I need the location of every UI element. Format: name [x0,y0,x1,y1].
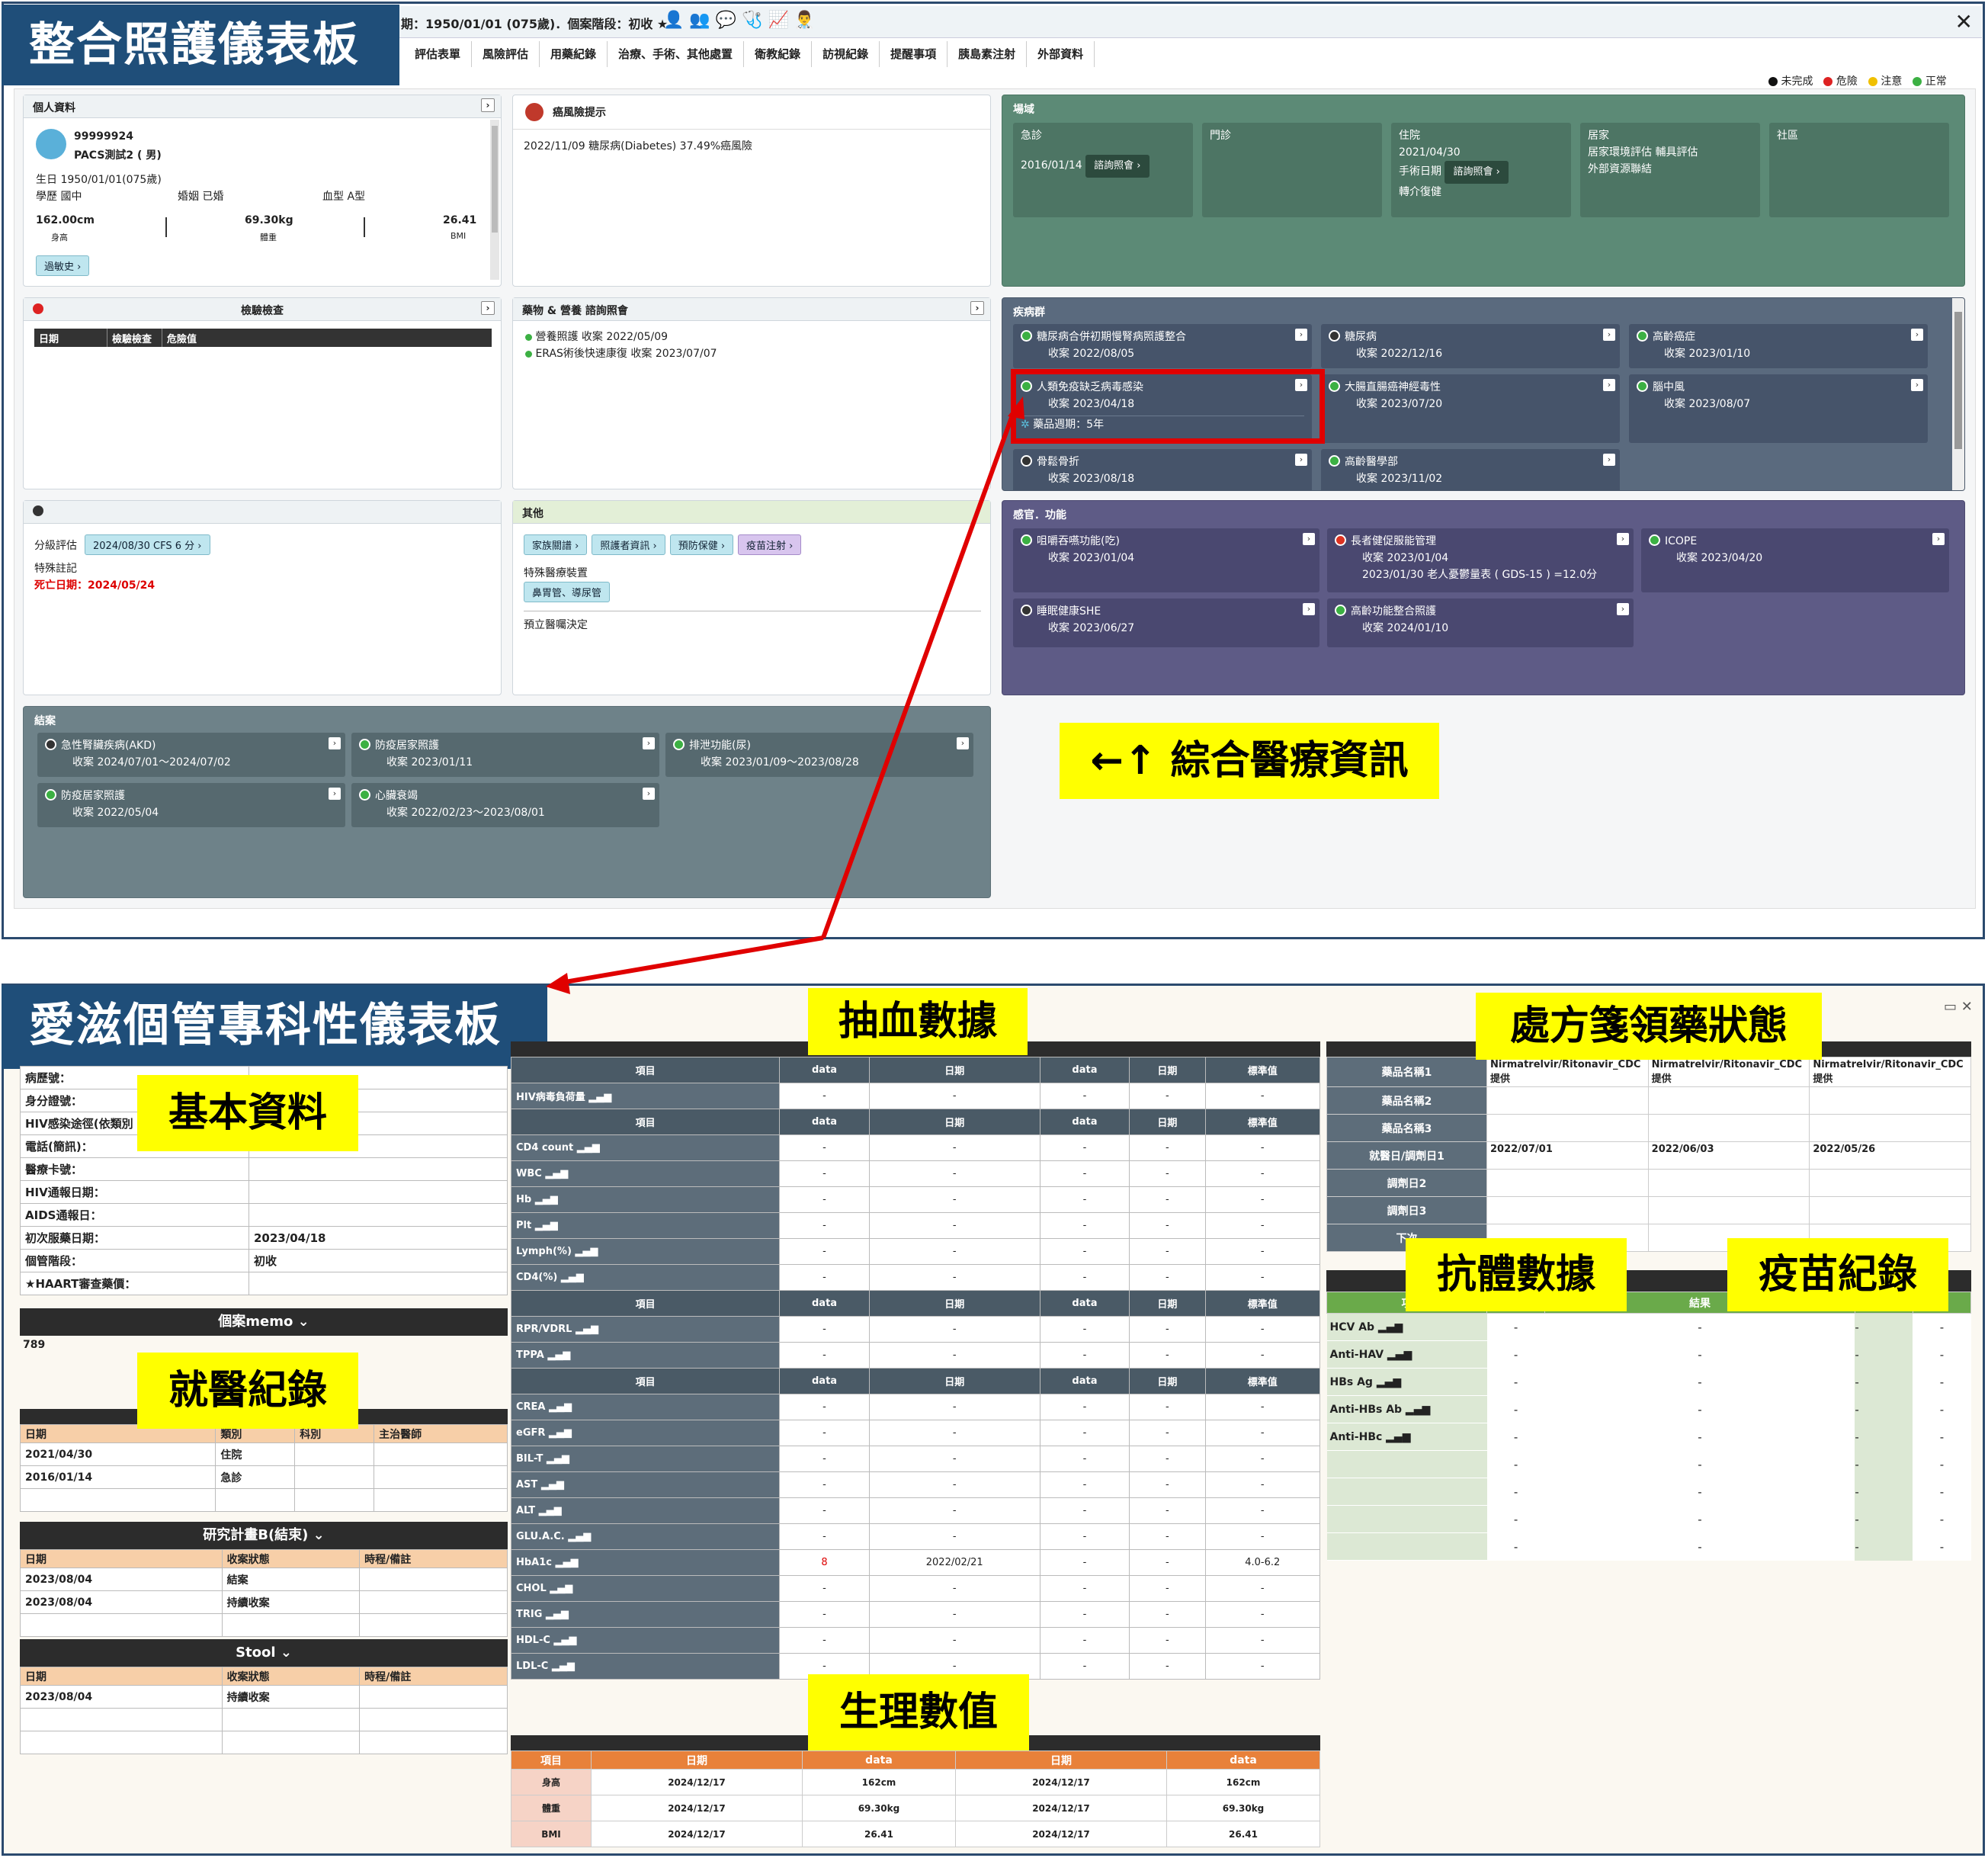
connector-arrow [546,396,1024,994]
